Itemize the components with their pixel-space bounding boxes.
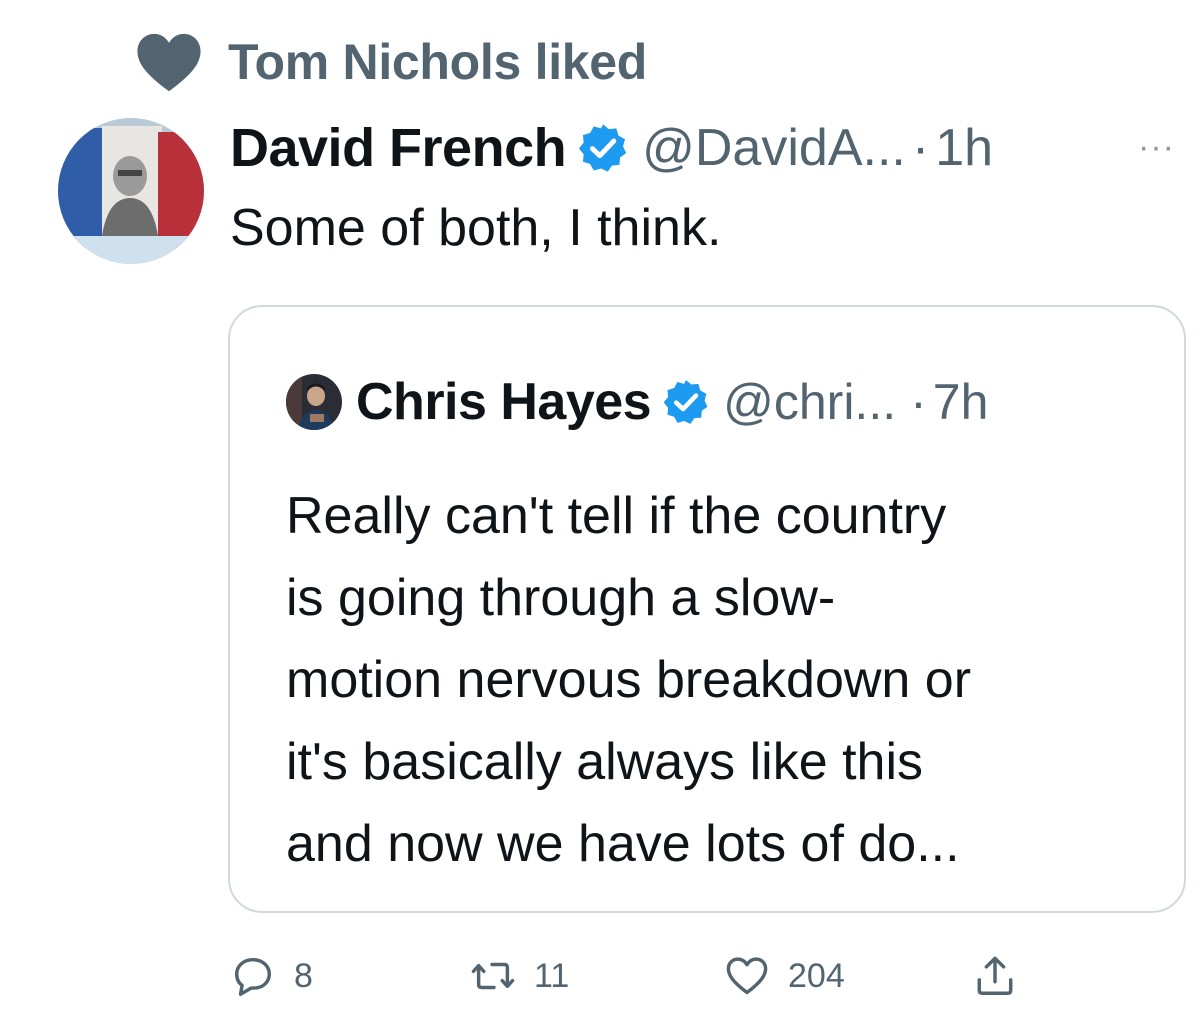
tweet-header: David French @DavidA... · 1h — [230, 112, 993, 184]
reply-icon — [234, 957, 272, 996]
like-count: 204 — [788, 956, 845, 995]
liked-by-text: Tom Nichols liked — [228, 34, 648, 90]
reply-button[interactable]: 8 — [230, 948, 313, 1004]
retweet-icon — [471, 962, 515, 990]
quoted-tweet-text: Really can't tell if the country is goin… — [286, 475, 1166, 885]
quoted-author-handle[interactable]: @chri... — [723, 373, 896, 431]
chris-hayes-avatar — [286, 374, 342, 430]
like-button[interactable]: 204 — [724, 948, 845, 1004]
quoted-text-line: is going through a slow- — [286, 569, 836, 627]
reply-count: 8 — [294, 956, 313, 995]
quoted-author-name[interactable]: Chris Hayes — [356, 372, 652, 432]
quoted-text-line: it's basically always like this — [286, 733, 924, 791]
like-icon — [726, 957, 768, 995]
retweet-button[interactable]: 11 — [470, 948, 569, 1004]
quoted-author-avatar[interactable] — [286, 374, 342, 430]
tweet-text: Some of both, I think. — [230, 199, 722, 257]
quoted-tweet-header: Chris Hayes @chri... · 7h — [286, 367, 988, 437]
quoted-tweet-timestamp[interactable]: 7h — [933, 373, 989, 431]
david-french-avatar — [58, 118, 204, 264]
heart-icon — [137, 33, 201, 92]
share-icon — [977, 956, 1013, 995]
social-context[interactable]: Tom Nichols liked — [134, 28, 647, 96]
share-button[interactable] — [972, 948, 1018, 1004]
retweet-count: 11 — [534, 956, 570, 995]
author-name[interactable]: David French — [230, 117, 567, 179]
tweet-timestamp[interactable]: 1h — [935, 118, 993, 178]
quoted-text-line: Really can't tell if the country — [286, 487, 947, 545]
author-avatar[interactable] — [58, 118, 204, 264]
tweet-actions-bar: 8 11 204 — [230, 948, 1050, 1004]
more-options-icon[interactable]: ··· — [1138, 128, 1175, 167]
separator-dot: · — [910, 374, 927, 430]
quoted-text-line: and now we have lots of do... — [286, 815, 960, 873]
quoted-tweet-card[interactable]: Chris Hayes @chri... · 7h Really can't t… — [228, 305, 1186, 913]
quoted-text-line: motion nervous breakdown or — [286, 651, 972, 709]
separator-dot: · — [911, 119, 930, 177]
verified-badge-icon[interactable] — [576, 121, 630, 175]
verified-badge-icon[interactable] — [661, 377, 711, 427]
author-handle[interactable]: @DavidA... — [642, 118, 906, 178]
